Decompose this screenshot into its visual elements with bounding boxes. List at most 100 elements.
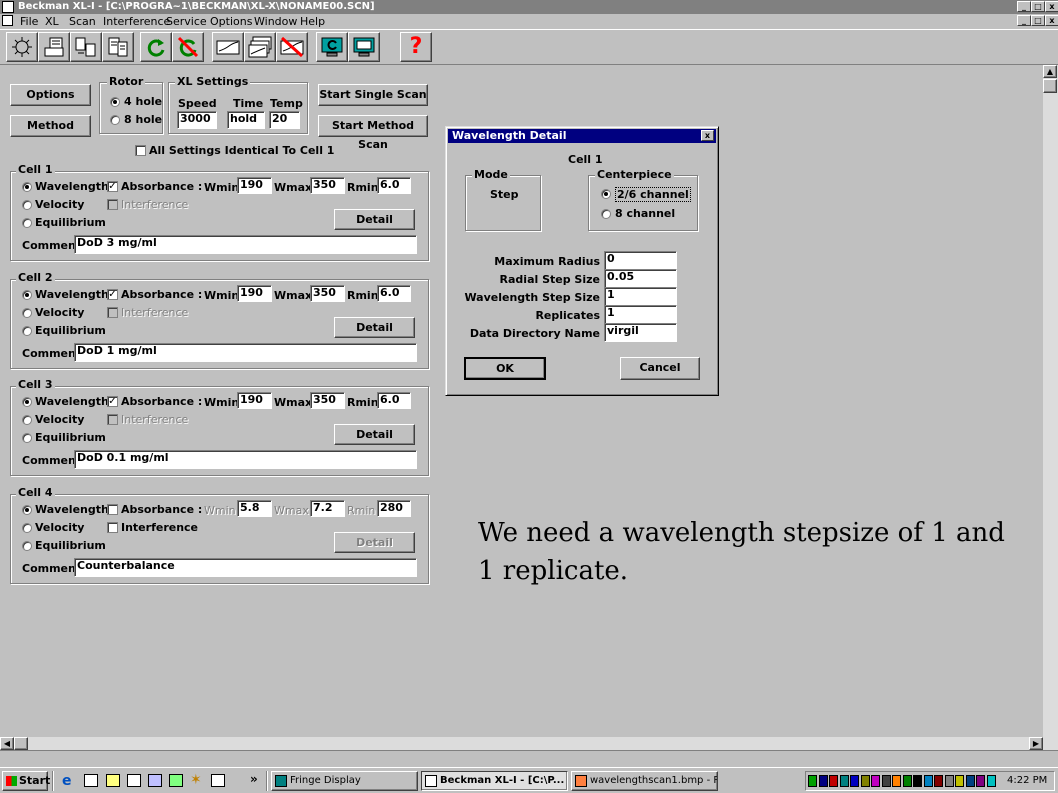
cell-2-absorbance-checkbox[interactable]: ✓	[107, 288, 118, 300]
tray-app-icon[interactable]	[829, 775, 838, 787]
cell-1-wavelength-radio[interactable]	[22, 182, 32, 192]
time-input[interactable]: hold	[227, 111, 265, 129]
cell-1-absorbance-checkbox[interactable]: ✓	[107, 181, 118, 192]
tray-app-icon[interactable]	[965, 775, 975, 787]
start-single-scan-button[interactable]: Start Single Scan	[318, 84, 428, 106]
menu-service[interactable]: Service	[166, 15, 207, 28]
menu-xl[interactable]: XL	[45, 15, 59, 28]
scroll-thumb-horizontal[interactable]	[14, 737, 28, 750]
more-quicklaunch-icon[interactable]: »	[250, 772, 258, 786]
cell-4-equilibrium-radio[interactable]	[22, 540, 32, 551]
graph-1-icon[interactable]	[212, 32, 244, 62]
speed-input[interactable]: 3000	[177, 111, 217, 129]
cell-1-detail-button[interactable]: Detail	[334, 209, 415, 230]
cell-4-wavelength-radio[interactable]	[22, 504, 32, 515]
ie-icon[interactable]: e	[62, 774, 76, 788]
tray-app-icon[interactable]	[871, 775, 880, 787]
cell-1-comment-input[interactable]: DoD 3 mg/ml	[74, 235, 417, 254]
cell-3-velocity-radio[interactable]	[22, 415, 32, 425]
cell-3-equilibrium-radio[interactable]	[22, 433, 32, 443]
doc-minimize-button[interactable]: _	[1017, 15, 1031, 26]
task-paint[interactable]: wavelengthscan1.bmp - Pa...	[571, 771, 718, 791]
scroll-up-arrow[interactable]: ▲	[1043, 65, 1057, 78]
start-method-scan-button[interactable]: Start Method Scan	[318, 115, 428, 151]
app-icon[interactable]	[2, 1, 14, 13]
scroll-right-arrow[interactable]: ▶	[1029, 737, 1043, 750]
cell-2-interference-checkbox[interactable]	[107, 306, 118, 318]
cell-1-wmax-input[interactable]: 350	[310, 177, 345, 194]
tray-app-icon[interactable]	[881, 775, 891, 787]
scan-setup-icon[interactable]	[38, 32, 70, 62]
stop-icon[interactable]	[172, 32, 204, 62]
centerpiece-2-6-radio[interactable]	[601, 189, 611, 199]
tray-app-icon[interactable]	[839, 775, 849, 787]
cell-1-velocity-radio[interactable]	[22, 200, 32, 210]
horizontal-scrollbar[interactable]: ◀ ▶	[0, 737, 1058, 750]
tray-app-icon[interactable]	[860, 775, 870, 787]
app-maximize-button[interactable]: □	[1031, 1, 1045, 12]
explorer-icon[interactable]	[106, 774, 120, 787]
cell-1-equilibrium-radio[interactable]	[22, 218, 32, 228]
cell-3-absorbance-checkbox[interactable]: ✓	[107, 396, 118, 407]
xl-setup-icon[interactable]	[6, 32, 38, 62]
radial-step-size-input[interactable]: 0.05	[604, 269, 677, 288]
cell-3-wavelength-radio[interactable]	[22, 397, 32, 407]
cell-2-detail-button[interactable]: Detail	[334, 316, 415, 338]
graph-stack-icon[interactable]	[244, 32, 276, 62]
find-icon[interactable]	[169, 774, 183, 787]
cell-3-wmax-input[interactable]: 350	[310, 392, 345, 409]
star-tool-icon[interactable]: ✶	[190, 773, 204, 787]
doc-maximize-button[interactable]: □	[1031, 15, 1045, 26]
graph-cancel-icon[interactable]	[276, 32, 308, 62]
tray-app-icon[interactable]	[923, 775, 933, 787]
start-button[interactable]: Start	[2, 771, 50, 791]
scroll-left-arrow[interactable]: ◀	[0, 737, 14, 750]
data-directory-name-input[interactable]: virgil	[604, 323, 677, 342]
dialog-ok-button[interactable]: OK	[464, 357, 546, 380]
tray-app-icon[interactable]	[913, 775, 922, 787]
cell-1-wmin-input[interactable]: 190	[237, 177, 272, 194]
tray-app-icon[interactable]	[808, 775, 817, 787]
menu-help[interactable]: Help	[300, 15, 325, 28]
menu-scan[interactable]: Scan	[69, 15, 96, 28]
cell-3-interference-checkbox[interactable]	[107, 414, 118, 425]
cell-1-rmin-input[interactable]: 6.0	[377, 177, 411, 194]
cell-2-velocity-radio[interactable]	[22, 307, 32, 318]
tray-app-icon[interactable]	[892, 775, 901, 787]
menu-window[interactable]: Window	[254, 15, 297, 28]
tray-app-icon[interactable]	[944, 775, 954, 787]
app-minimize-button[interactable]: _	[1017, 1, 1031, 12]
cell-4-wmax-input[interactable]: 7.2	[310, 499, 345, 517]
dialog-close-button[interactable]: x	[701, 130, 714, 141]
task-beckman-xl[interactable]: Beckman XL-I - [C:\P...	[421, 771, 568, 791]
cell-3-comment-input[interactable]: DoD 0.1 mg/ml	[74, 450, 417, 469]
task-fringe-display[interactable]: Fringe Display	[271, 771, 418, 791]
document-icon[interactable]	[2, 15, 13, 26]
help-icon[interactable]: ?	[400, 32, 432, 62]
cell-3-detail-button[interactable]: Detail	[334, 424, 415, 445]
centerpiece-8-radio[interactable]	[601, 209, 611, 219]
options-button[interactable]: Options	[10, 84, 91, 106]
rotor-8-hole-radio[interactable]	[110, 115, 120, 125]
monitor-icon[interactable]	[348, 32, 380, 62]
paint-icon[interactable]	[211, 774, 225, 787]
cell-3-rmin-input[interactable]: 6.0	[377, 392, 411, 409]
doc-close-button[interactable]: x	[1045, 15, 1058, 26]
menu-file[interactable]: File	[20, 15, 38, 28]
monitor-refresh-icon[interactable]	[316, 32, 348, 62]
tray-app-icon[interactable]	[934, 775, 943, 787]
dialog-cancel-button[interactable]: Cancel	[620, 357, 700, 380]
cell-4-absorbance-checkbox[interactable]	[107, 503, 118, 515]
cell-4-rmin-input[interactable]: 280	[377, 499, 411, 517]
cell-2-wmin-input[interactable]: 190	[237, 284, 272, 302]
replicates-input[interactable]: 1	[604, 305, 677, 324]
cell-2-rmin-input[interactable]: 6.0	[377, 284, 411, 302]
cell-2-wmax-input[interactable]: 350	[310, 284, 345, 302]
tray-app-icon[interactable]	[818, 775, 828, 787]
temp-input[interactable]: 20	[269, 111, 300, 129]
cell-2-comment-input[interactable]: DoD 1 mg/ml	[74, 342, 417, 362]
tray-app-icon[interactable]	[902, 775, 912, 787]
data-system-icon[interactable]	[70, 32, 102, 62]
tray-app-icon[interactable]	[955, 775, 964, 787]
tray-app-icon[interactable]	[850, 775, 859, 787]
